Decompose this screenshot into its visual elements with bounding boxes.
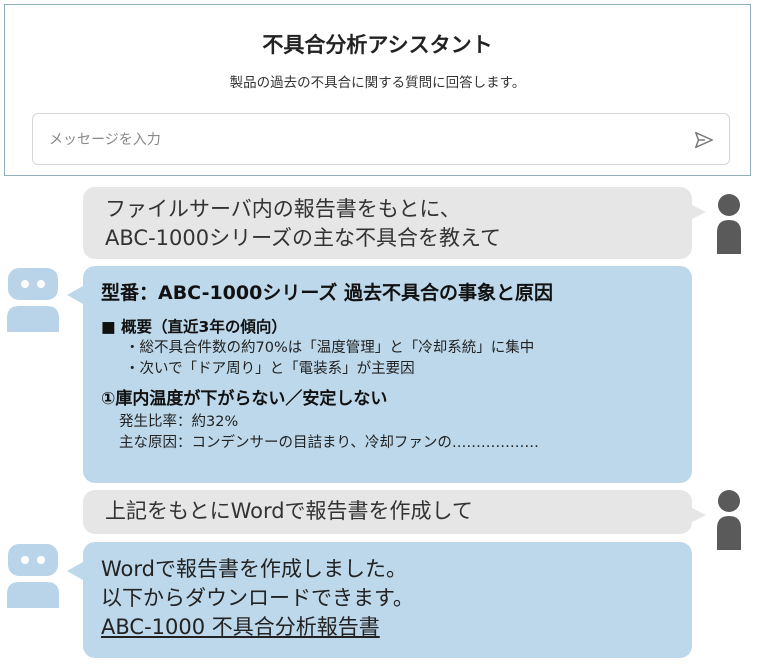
overview-heading: ■ 概要（直近3年の傾向） bbox=[101, 318, 287, 336]
user-message-line: 上記をもとにWordで報告書を作成して bbox=[105, 499, 473, 523]
robot-avatar-icon bbox=[7, 268, 59, 332]
assistant-message-line: Wordで報告書を作成しました。 bbox=[101, 557, 407, 581]
assistant-message-line: 以下からダウンロードできます。 bbox=[101, 586, 414, 610]
user-message-bubble: 上記をもとにWordで報告書を作成して bbox=[83, 490, 706, 534]
user-message-line: ABC-1000シリーズの主な不具合を教えて bbox=[105, 226, 501, 250]
issue-rate: 発生比率：約32% bbox=[119, 414, 239, 430]
user-avatar-icon bbox=[717, 490, 741, 550]
overview-bullet: ・次いで「ドア周り」と「電装系」が主要因 bbox=[125, 361, 415, 377]
message-input[interactable] bbox=[47, 114, 671, 166]
page-title: 不具合分析アシスタント bbox=[262, 33, 493, 57]
report-title: 型番：ABC-1000シリーズ 過去不具合の事象と原因 bbox=[101, 282, 553, 304]
assistant-message-bubble: Wordで報告書を作成しました。 以下からダウンロードできます。 ABC-100… bbox=[67, 542, 692, 658]
assistant-message-bubble: 型番：ABC-1000シリーズ 過去不具合の事象と原因 ■ 概要（直近3年の傾向… bbox=[67, 266, 692, 483]
user-message-bubble: ファイルサーバ内の報告書をもとに、 ABC-1000シリーズの主な不具合を教えて bbox=[83, 187, 706, 259]
chat-header-panel: 不具合分析アシスタント 製品の過去の不具合に関する質問に回答します。 bbox=[4, 4, 751, 176]
page-subtitle: 製品の過去の不具合に関する質問に回答します。 bbox=[229, 75, 526, 91]
issue-cause: 主な原因：コンデンサーの目詰まり、冷却ファンの……………… bbox=[119, 435, 539, 451]
overview-bullet: ・総不具合件数の約70%は「温度管理」と「冷却系統」に集中 bbox=[125, 340, 535, 356]
message-input-box[interactable] bbox=[32, 113, 730, 166]
user-message-line: ファイルサーバ内の報告書をもとに、 bbox=[105, 197, 461, 221]
report-download-link[interactable]: ABC-1000 不具合分析報告書 bbox=[101, 613, 692, 642]
send-icon[interactable] bbox=[693, 129, 715, 151]
user-avatar-icon bbox=[717, 194, 741, 254]
issue-heading: ①庫内温度が下がらない／安定しない bbox=[101, 389, 388, 409]
robot-avatar-icon bbox=[7, 544, 59, 608]
